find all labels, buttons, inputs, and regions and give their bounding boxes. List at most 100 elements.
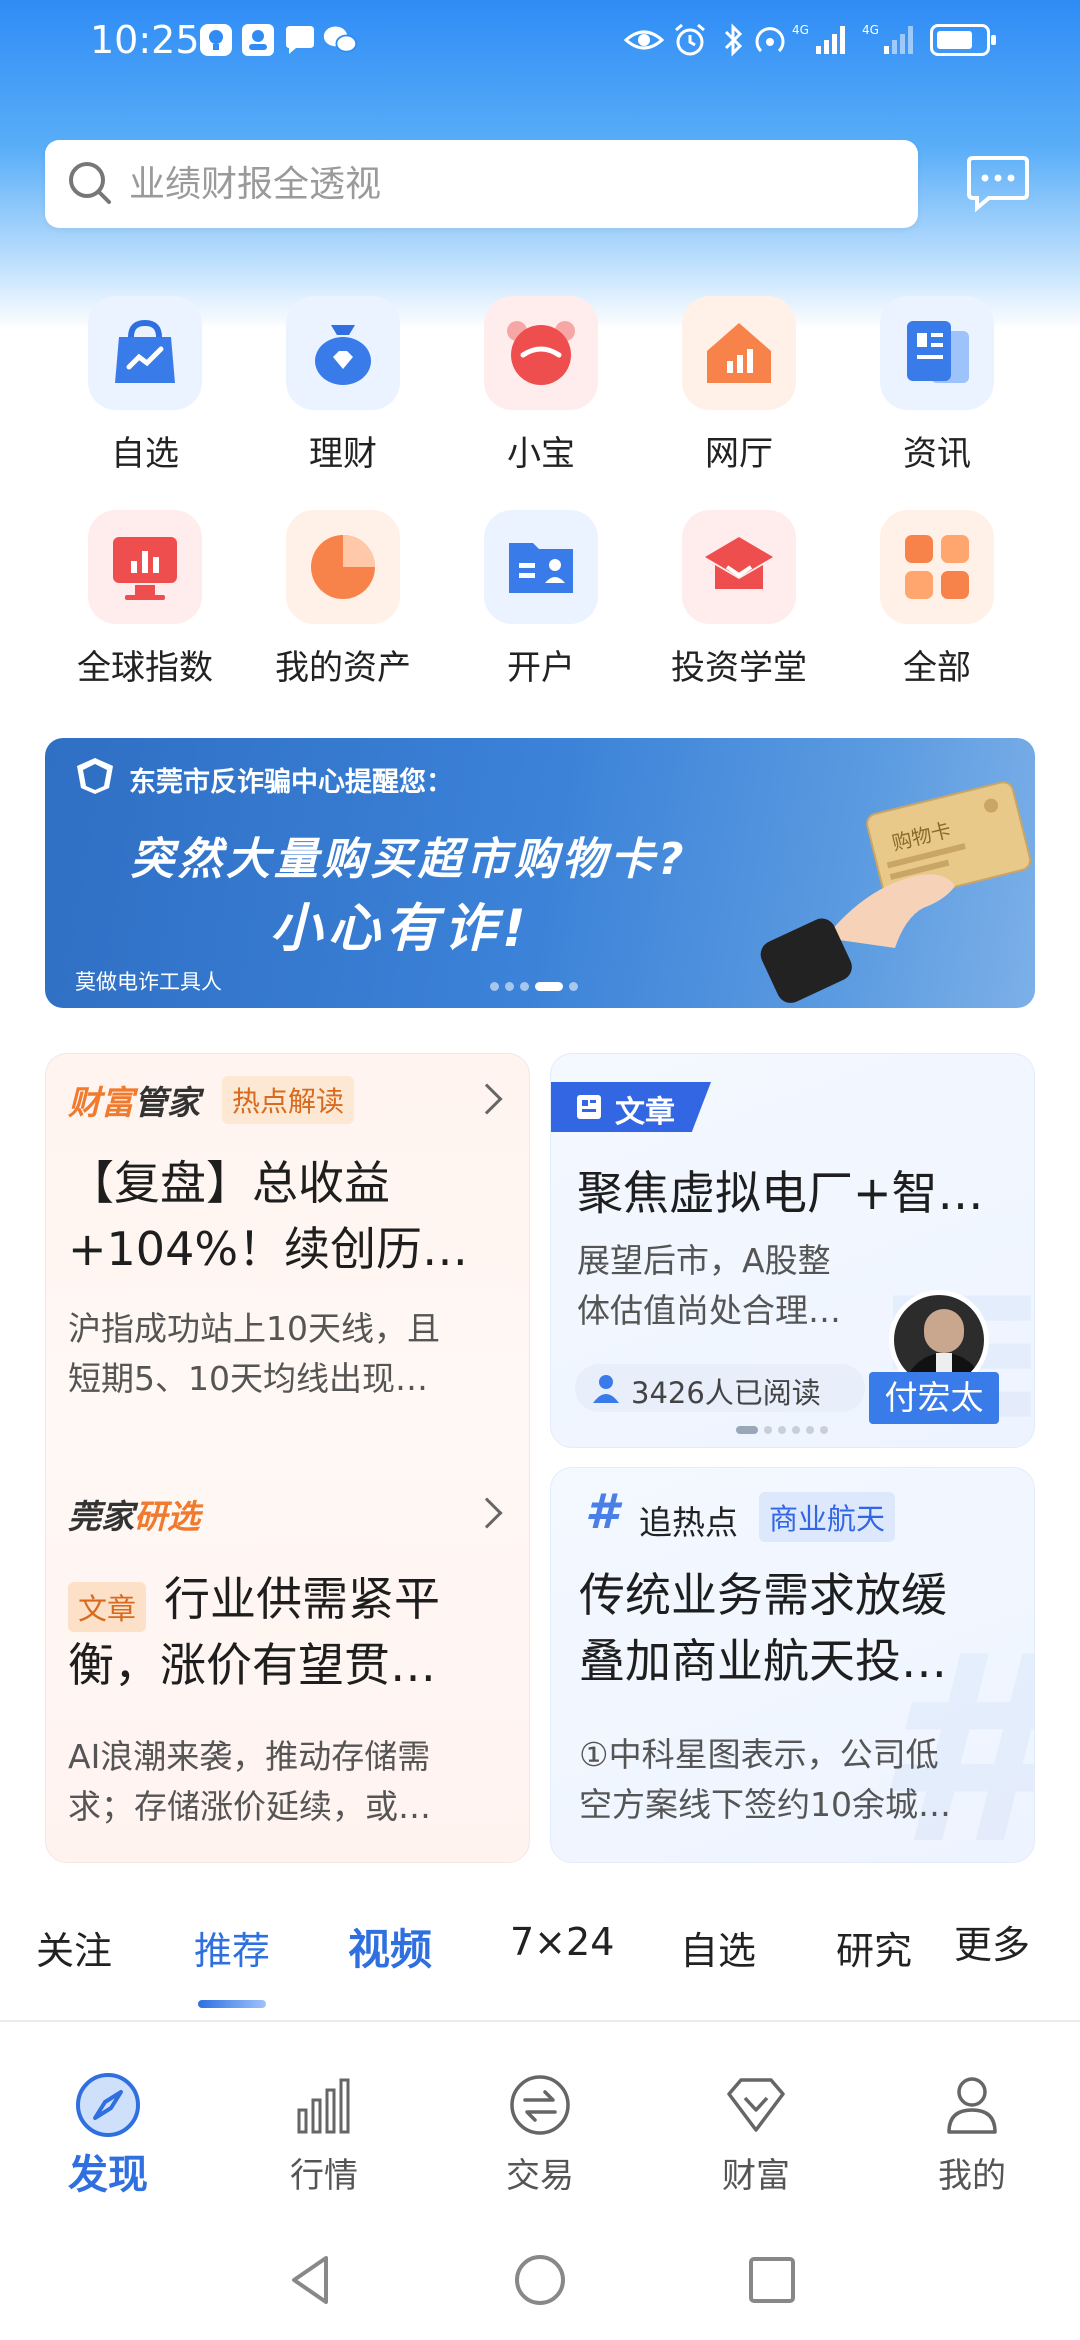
system-navigation-bar: [0, 2220, 1080, 2340]
message-icon[interactable]: [965, 152, 1031, 214]
exchange-icon: [510, 2075, 570, 2135]
svg-text:4G: 4G: [792, 23, 809, 37]
tab-follow[interactable]: 关注: [36, 1920, 112, 1975]
signal-4g-icon: 4G: [862, 23, 913, 54]
card-a-desc-line: 短期5、10天均线出现…: [68, 1359, 428, 1398]
divider: [0, 2020, 1080, 2022]
grid-item-wealth[interactable]: 理财: [244, 296, 442, 476]
grid-label: 小宝: [507, 434, 575, 474]
anti-fraud-banner[interactable]: 东莞市反诈骗中心提醒您： 突然大量购买超市购物卡? 小心有诈! 莫做电诈工具人 …: [45, 738, 1035, 1008]
grid-item-xiaobao[interactable]: 小宝: [442, 296, 640, 476]
card-b-desc-line: 展望后市，A股整: [577, 1241, 831, 1280]
card-a-title2-line: 衡，涨价有望贯…: [68, 1638, 436, 1692]
house-chart-icon: [682, 296, 796, 410]
brand-guanjia: 莞家: [68, 1497, 134, 1536]
grid-label: 资讯: [903, 434, 971, 474]
status-time: 10:25: [90, 18, 200, 62]
nav-label: 发现: [68, 2152, 148, 2198]
grid-label: 网厅: [705, 434, 773, 474]
hashtag-icon: #: [585, 1484, 619, 1540]
grid-label: 自选: [111, 434, 179, 474]
tab-research[interactable]: 研究: [836, 1920, 912, 1975]
grid-item-all[interactable]: 全部: [838, 510, 1036, 690]
card-b-title: 聚焦虚拟电厂+智…: [577, 1166, 984, 1220]
tab-7x24[interactable]: 7×24: [510, 1920, 614, 1964]
brand-yanxuan: 研选: [134, 1497, 200, 1536]
grid-item-watchlist[interactable]: 自选: [46, 296, 244, 476]
home-icon[interactable]: [512, 2252, 568, 2308]
active-tab-indicator: [198, 2000, 266, 2008]
card-a-desc2: AI浪潮来袭，推动存储需 求；存储涨价延续，或…: [68, 1732, 508, 1832]
nav-mine[interactable]: 我的: [902, 2070, 1042, 2220]
banner-line1: 突然大量购买超市购物卡?: [130, 834, 688, 885]
pagination-dot: [520, 982, 529, 991]
police-badge-icon: [77, 758, 113, 794]
card-c-desc-line: ①中科星图表示，公司低: [579, 1735, 939, 1774]
back-icon[interactable]: [284, 2252, 340, 2308]
status-bar: 10:25 4G 4G: [0, 0, 1080, 86]
card-a-desc-line: 沪指成功站上10天线，且: [68, 1309, 440, 1348]
card-c-title: 传统业务需求放缓 叠加商业航天投…: [579, 1562, 1019, 1694]
document-icon: [577, 1095, 601, 1119]
alarm-icon: [675, 23, 705, 56]
reader-count: 3426人已阅读: [575, 1364, 865, 1412]
chat-bubble-icon: [286, 26, 314, 54]
money-pouch-icon: [286, 296, 400, 410]
article-tab-label: 文章: [615, 1095, 675, 1130]
monitor-chart-icon: [88, 510, 202, 624]
author-name: 付宏太: [869, 1372, 999, 1424]
tab-more[interactable]: 更多: [954, 1914, 1030, 1969]
card-article[interactable]: ≡ 文章 聚焦虚拟电厂+智… 展望后市，A股整 体估值尚处合理… 3426人已阅…: [550, 1053, 1035, 1448]
card-c-title-line: 传统业务需求放缓: [579, 1568, 947, 1622]
nav-label: 行情: [290, 2156, 358, 2196]
bag-chart-icon: [88, 296, 202, 410]
diamond-icon: [727, 2078, 785, 2132]
grid-label: 我的资产: [275, 648, 411, 688]
grid-label: 理财: [309, 434, 377, 474]
grid-item-news[interactable]: 资讯: [838, 296, 1036, 476]
graduation-cap-icon: [682, 510, 796, 624]
tab-recommend[interactable]: 推荐: [194, 1920, 270, 1975]
brand-wealth: 财富: [68, 1083, 134, 1122]
nav-wealth[interactable]: 财富: [686, 2070, 826, 2220]
card-a-title-line: +104%！续创历…: [68, 1222, 469, 1276]
pagination-dot: [535, 982, 563, 991]
nav-label: 财富: [722, 2156, 790, 2196]
pie-chart-icon: [286, 510, 400, 624]
all-apps-icon: [880, 510, 994, 624]
hand-holding-card-illustration: 购物卡: [760, 781, 1032, 1003]
card-hot-topic[interactable]: # # 追热点 商业航天 传统业务需求放缓 叠加商业航天投… ①中科星图表示，公…: [550, 1467, 1035, 1863]
search-bar[interactable]: [45, 140, 918, 228]
recents-icon[interactable]: [744, 2252, 800, 2308]
nav-trade[interactable]: 交易: [470, 2070, 610, 2220]
grid-item-academy[interactable]: 投资学堂: [640, 510, 838, 690]
chevron-right-icon[interactable]: [471, 1497, 503, 1529]
card-c-desc-line: 空方案线下签约10余城…: [579, 1785, 951, 1824]
svg-text:4G: 4G: [862, 23, 879, 37]
grid-item-open-account[interactable]: 开户: [442, 510, 640, 690]
grid-item-my-assets[interactable]: 我的资产: [244, 510, 442, 690]
nav-market[interactable]: 行情: [254, 2070, 394, 2220]
lightbulb-icon: [200, 24, 232, 56]
card-a-title2-cont: 衡，涨价有望贯…: [68, 1632, 508, 1698]
search-input[interactable]: [129, 140, 889, 228]
grid-item-hall[interactable]: 网厅: [640, 296, 838, 476]
nav-discover[interactable]: 发现: [38, 2070, 178, 2220]
grid-label: 全球指数: [77, 648, 213, 688]
grid-item-global-index[interactable]: 全球指数: [46, 510, 244, 690]
hot-topic-tag: 热点解读: [222, 1076, 355, 1124]
pagination-dot: [490, 982, 499, 991]
card-featured-left[interactable]: 财富 管家 热点解读 【复盘】总收益 +104%！续创历… 沪指成功站上10天线…: [45, 1053, 530, 1863]
chevron-right-icon[interactable]: [471, 1083, 503, 1115]
tab-watchlist[interactable]: 自选: [680, 1920, 756, 1975]
card-b-pagination: [736, 1426, 834, 1445]
pagination-dot: [569, 982, 578, 991]
banner-line2: 小心有诈!: [270, 899, 532, 959]
brand-manager: 管家: [134, 1083, 200, 1122]
tab-video[interactable]: 视频: [348, 1916, 432, 1977]
card-a-title: 【复盘】总收益 +104%！续创历…: [68, 1150, 508, 1282]
battery-icon: [930, 24, 996, 56]
eye-icon: [624, 30, 664, 50]
hotspot-icon: [755, 27, 785, 53]
article-tab: 文章: [551, 1082, 711, 1132]
